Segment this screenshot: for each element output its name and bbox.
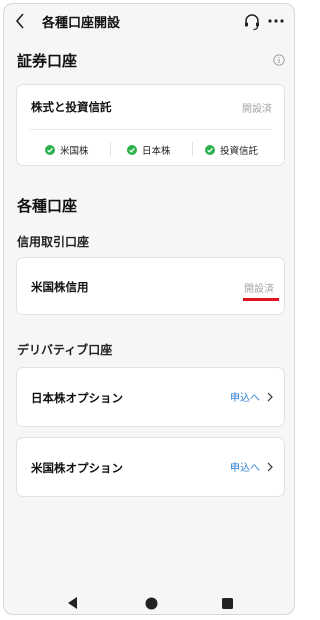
- check-item-us-stock: 米国株: [45, 143, 89, 157]
- securities-status: 開設済: [242, 104, 272, 115]
- check-icon: [205, 145, 215, 155]
- check-item-jp-stock: 日本株: [127, 143, 171, 157]
- chevron-right-icon: [267, 462, 273, 471]
- us-option-title: 米国株オプション: [31, 461, 123, 475]
- derivatives-subtitle: デリバティブ口座: [17, 343, 113, 357]
- info-icon[interactable]: [273, 54, 285, 66]
- check-icon: [127, 145, 137, 155]
- back-button[interactable]: [11, 11, 29, 31]
- nav-recents-icon: [221, 597, 233, 609]
- nav-recents-button[interactable]: [220, 596, 234, 610]
- jp-option-title: 日本株オプション: [31, 391, 123, 405]
- apply-label: 申込へ: [230, 463, 260, 474]
- us-option-card[interactable]: 米国株オプション 申込へ: [16, 437, 285, 497]
- jp-option-apply-link[interactable]: 申込へ: [230, 389, 274, 404]
- chevron-right-icon: [267, 392, 273, 401]
- back-arrow-icon: [15, 13, 24, 29]
- card-divider: [29, 129, 272, 130]
- more-button[interactable]: [267, 14, 285, 28]
- us-margin-card[interactable]: 米国株信用 開設済: [16, 257, 285, 315]
- securities-card[interactable]: 株式と投資信託 開設済 米国株 日本株 投資信託: [16, 84, 285, 166]
- check-separator: [192, 142, 193, 156]
- securities-card-title: 株式と投資信託: [31, 100, 112, 114]
- us-margin-title: 米国株信用: [31, 280, 89, 294]
- system-nav-bar: [4, 588, 294, 614]
- apply-label: 申込へ: [230, 393, 260, 404]
- check-separator: [110, 142, 111, 156]
- us-margin-status: 開設済: [244, 284, 274, 295]
- check-label: 投資信託: [220, 146, 259, 157]
- check-item-mutual-fund: 投資信託: [205, 143, 258, 157]
- accounts-section-title: 各種口座: [17, 197, 78, 215]
- securities-section-title: 証券口座: [17, 52, 78, 70]
- app-frame: 各種口座開設 証券口座 株式と投資信託 開設済 米国株 日本株 投資信託 各種口…: [3, 3, 295, 615]
- page-title: 各種口座開設: [42, 16, 121, 31]
- jp-option-card[interactable]: 日本株オプション 申込へ: [16, 367, 285, 427]
- highlight-underline: [243, 298, 279, 301]
- more-icon: [268, 19, 284, 23]
- check-label: 米国株: [60, 146, 89, 157]
- nav-home-button[interactable]: [144, 596, 158, 610]
- support-button[interactable]: [243, 13, 261, 31]
- us-option-apply-link[interactable]: 申込へ: [230, 459, 274, 474]
- nav-home-icon: [145, 597, 157, 609]
- check-icon: [45, 145, 55, 155]
- nav-back-button[interactable]: [66, 596, 80, 610]
- nav-back-icon: [68, 597, 77, 609]
- headset-icon: [245, 14, 259, 31]
- check-label: 日本株: [142, 146, 171, 157]
- margin-subtitle: 信用取引口座: [17, 235, 90, 249]
- top-bar: 各種口座開設: [4, 4, 294, 38]
